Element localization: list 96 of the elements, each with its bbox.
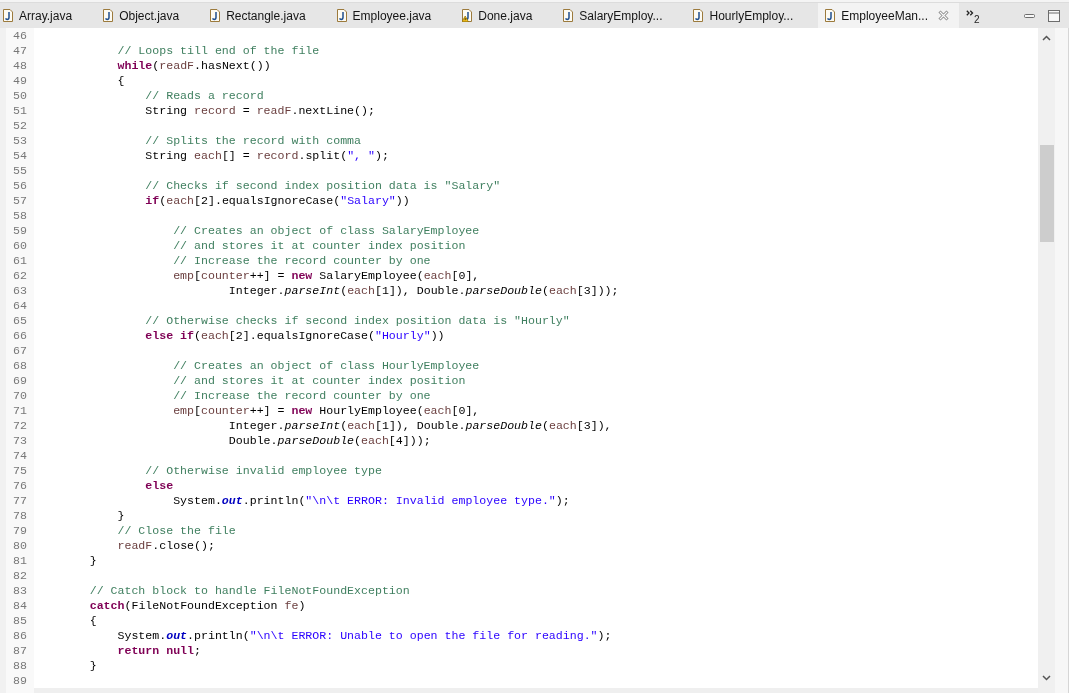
- code-line: // Increase the record counter by one: [173, 254, 431, 267]
- line-number: 87: [13, 644, 27, 657]
- line-number: 89: [13, 674, 27, 687]
- line-number: 63: [13, 284, 27, 297]
- double-chevron-icon: [966, 10, 974, 16]
- line-number: 85: [13, 614, 27, 627]
- editor-tab[interactable]: HourlyEmploy...: [687, 3, 819, 28]
- code-line: Integer.parseInt(each[1]), Double.parseDouble(each[3]));: [228, 284, 619, 297]
- line-number: 88: [13, 659, 27, 672]
- code-line: // Splits the record with comma: [145, 134, 361, 147]
- code-line: emp[counter++] = new SalaryEmployee(each[0],: [173, 269, 480, 282]
- code-line: emp[counter++] = new HourlyEmployee(each[0],: [173, 404, 480, 417]
- line-number: 86: [13, 629, 27, 642]
- line-number: 47: [13, 44, 27, 57]
- line-number: 73: [13, 434, 27, 447]
- line-number: 66: [13, 329, 27, 342]
- line-number: 60: [13, 239, 27, 252]
- line-number: 57: [13, 194, 27, 207]
- line-number: 61: [13, 254, 27, 267]
- code-line: // and stores it at counter index position: [173, 239, 466, 252]
- line-number: 56: [13, 179, 27, 192]
- vertical-scrollbar[interactable]: [1038, 28, 1055, 693]
- line-number: 48: [13, 59, 27, 72]
- code-line: // Otherwise checks if second index position data is "Hourly": [145, 314, 570, 327]
- line-number: 64: [13, 299, 27, 312]
- code-line: // Catch block to handle FileNotFoundException: [89, 584, 410, 597]
- code-line: }: [117, 509, 125, 522]
- code-line: // Creates an object of class HourlyEmployee: [173, 359, 480, 372]
- line-number: 74: [13, 449, 27, 462]
- line-number: 52: [13, 119, 27, 132]
- line-number: 69: [13, 374, 27, 387]
- editor-tab[interactable]: Array.java: [0, 3, 98, 28]
- code-line: }: [89, 554, 97, 567]
- editor-tab[interactable]: SalaryEmploy...: [557, 3, 688, 28]
- code-line: {: [89, 614, 97, 627]
- editor-tab[interactable]: Object.java: [97, 3, 205, 28]
- code-line: if(each[2].equalsIgnoreCase("Salary")): [145, 194, 410, 207]
- line-number: 72: [13, 419, 27, 432]
- line-number: 62: [13, 269, 27, 282]
- code-line: String each[] = record.split(", ");: [145, 149, 389, 162]
- line-number: 80: [13, 539, 27, 552]
- line-number: 79: [13, 524, 27, 537]
- code-line: readF.close();: [117, 539, 215, 552]
- code-line: catch(FileNotFoundException fe): [89, 599, 306, 612]
- line-number: 84: [13, 599, 27, 612]
- code-line: else if(each[2].equalsIgnoreCase("Hourly")): [145, 329, 445, 342]
- code-line: String record = readF.nextLine();: [145, 104, 375, 117]
- line-number: 68: [13, 359, 27, 372]
- line-number: 46: [13, 29, 27, 42]
- code-line: // Increase the record counter by one: [173, 389, 431, 402]
- code-line: // and stores it at counter index position: [173, 374, 466, 387]
- code-line: else: [145, 479, 174, 492]
- line-number: 55: [13, 164, 27, 177]
- code-line: // Otherwise invalid employee type: [145, 464, 382, 477]
- code-line: System.out.println("\n\t ERROR: Invalid employee type.");: [173, 494, 570, 507]
- code-line: // Creates an object of class SalaryEmployee: [173, 224, 480, 237]
- line-number: 81: [13, 554, 27, 567]
- line-number: 59: [13, 224, 27, 237]
- code-line: // Reads a record: [145, 89, 264, 102]
- scroll-up-icon[interactable]: [1042, 35, 1051, 41]
- editor-tab[interactable]: Done.java: [456, 3, 558, 28]
- line-number: 71: [13, 404, 27, 417]
- minimize-icon[interactable]: [1024, 13, 1035, 18]
- line-number: 75: [13, 464, 27, 477]
- line-number: 67: [13, 344, 27, 357]
- editor-tab[interactable]: Employee.java: [330, 3, 457, 28]
- line-number: 53: [13, 134, 27, 147]
- line-number: 50: [13, 89, 27, 102]
- code-line: // Loops till end of the file: [117, 44, 320, 57]
- code-line: // Close the file: [117, 524, 236, 537]
- editor-tab[interactable]: EmployeeMan...: [818, 3, 959, 28]
- code-line: Integer.parseInt(each[1]), Double.parseDouble(each[3]),: [228, 419, 612, 432]
- code-line: {: [117, 74, 125, 87]
- scroll-down-icon[interactable]: [1042, 675, 1051, 681]
- line-number: 58: [13, 209, 27, 222]
- line-number: 54: [13, 149, 27, 162]
- line-number: 76: [13, 479, 27, 492]
- line-number: 70: [13, 389, 27, 402]
- line-number: 83: [13, 584, 27, 597]
- line-number: 82: [13, 569, 27, 582]
- line-number: 77: [13, 494, 27, 507]
- code-line: return null;: [117, 644, 201, 657]
- code-line: }: [89, 659, 97, 672]
- line-number: 49: [13, 74, 27, 87]
- scrollbar-thumb[interactable]: [1039, 145, 1054, 242]
- maximize-icon[interactable]: [1048, 9, 1060, 22]
- line-number: 65: [13, 314, 27, 327]
- code-line: while(readF.hasNext()): [117, 59, 271, 72]
- code-line: // Checks if second index position data is "Salary": [145, 179, 501, 192]
- line-number: 51: [13, 104, 27, 117]
- more-tabs-button[interactable]: 2: [959, 3, 984, 28]
- close-icon[interactable]: [938, 10, 949, 21]
- line-number: 78: [13, 509, 27, 522]
- editor-tab[interactable]: Rectangle.java: [204, 3, 331, 28]
- code-line: System.out.println("\n\t ERROR: Unable to open the file for reading.");: [117, 629, 612, 642]
- code-line: Double.parseDouble(each[4]));: [228, 434, 431, 447]
